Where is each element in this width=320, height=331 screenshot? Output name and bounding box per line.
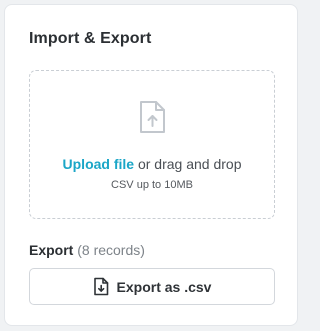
file-limit-hint: CSV up to 10MB xyxy=(111,179,193,191)
import-export-panel: Import & Export Upload file or drag and … xyxy=(4,4,298,326)
panel-title: Import & Export xyxy=(29,30,152,47)
upload-file-link[interactable]: Upload file xyxy=(63,156,135,172)
file-dropzone[interactable]: Upload file or drag and drop CSV up to 1… xyxy=(29,70,275,219)
file-download-icon xyxy=(93,277,108,296)
record-count: (8 records) xyxy=(77,242,145,258)
upload-instructions: Upload file or drag and drop xyxy=(30,156,274,172)
file-upload-icon xyxy=(140,101,165,133)
export-heading: Export xyxy=(29,242,74,258)
export-csv-button[interactable]: Export as .csv xyxy=(29,268,275,305)
export-button-label: Export as .csv xyxy=(116,278,212,295)
export-section-label: Export (8 records) xyxy=(29,242,145,258)
drag-drop-text: or drag and drop xyxy=(134,156,242,172)
